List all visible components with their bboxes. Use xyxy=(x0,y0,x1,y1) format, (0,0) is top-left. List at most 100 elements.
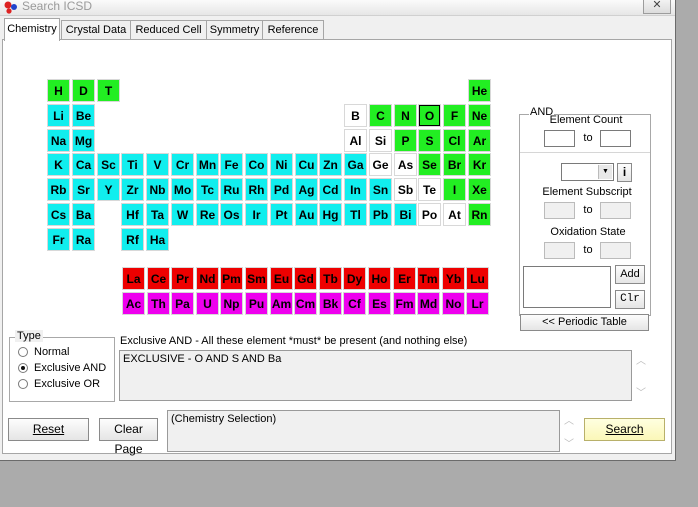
element-rn[interactable]: Rn xyxy=(468,203,491,226)
element-zn[interactable]: Zn xyxy=(319,153,342,176)
element-cd[interactable]: Cd xyxy=(319,178,342,201)
element-li[interactable]: Li xyxy=(47,104,70,127)
element-k[interactable]: K xyxy=(47,153,70,176)
element-co[interactable]: Co xyxy=(245,153,268,176)
periodic-table-button[interactable]: << Periodic Table xyxy=(520,314,649,331)
element-fm[interactable]: Fm xyxy=(393,292,416,315)
element-er[interactable]: Er xyxy=(393,267,416,290)
element-select[interactable]: ▼ xyxy=(561,163,614,181)
element-tb[interactable]: Tb xyxy=(319,267,342,290)
element-mn[interactable]: Mn xyxy=(196,153,219,176)
element-np[interactable]: Np xyxy=(220,292,243,315)
element-se[interactable]: Se xyxy=(418,153,441,176)
element-kr[interactable]: Kr xyxy=(468,153,491,176)
element-cu[interactable]: Cu xyxy=(295,153,318,176)
element-count-max-input[interactable] xyxy=(600,130,631,147)
element-f[interactable]: F xyxy=(443,104,466,127)
element-rh[interactable]: Rh xyxy=(245,178,268,201)
element-po[interactable]: Po xyxy=(418,203,441,226)
element-mo[interactable]: Mo xyxy=(171,178,194,201)
element-al[interactable]: Al xyxy=(344,129,367,152)
clr-button[interactable]: Clr xyxy=(615,290,645,309)
element-es[interactable]: Es xyxy=(368,292,391,315)
element-ga[interactable]: Ga xyxy=(344,153,367,176)
scroll-up-icon[interactable]: ︿ xyxy=(636,352,646,367)
element-ag[interactable]: Ag xyxy=(295,178,318,201)
element-rf[interactable]: Rf xyxy=(121,228,144,251)
clear-page-button[interactable]: Clear Page xyxy=(99,418,158,456)
element-sm[interactable]: Sm xyxy=(245,267,268,290)
element-pr[interactable]: Pr xyxy=(171,267,194,290)
subscript-max-input[interactable] xyxy=(600,202,631,219)
element-pu[interactable]: Pu xyxy=(245,292,268,315)
element-cf[interactable]: Cf xyxy=(343,292,366,315)
reset-button[interactable]: Reset xyxy=(8,418,89,441)
element-lr[interactable]: Lr xyxy=(466,292,489,315)
element-cm[interactable]: Cm xyxy=(294,292,317,315)
element-tl[interactable]: Tl xyxy=(344,203,367,226)
element-list-box[interactable] xyxy=(523,266,611,308)
element-ba[interactable]: Ba xyxy=(72,203,95,226)
tab-reduced-cell[interactable]: Reduced Cell xyxy=(130,20,207,39)
element-bk[interactable]: Bk xyxy=(319,292,342,315)
element-as[interactable]: As xyxy=(394,153,417,176)
element-fe[interactable]: Fe xyxy=(220,153,243,176)
element-hf[interactable]: Hf xyxy=(121,203,144,226)
element-count-min-input[interactable] xyxy=(544,130,575,147)
scroll-up-icon[interactable]: ︿ xyxy=(564,412,574,427)
element-nb[interactable]: Nb xyxy=(146,178,169,201)
tab-symmetry[interactable]: Symmetry xyxy=(206,20,263,39)
element-lu[interactable]: Lu xyxy=(466,267,489,290)
element-pd[interactable]: Pd xyxy=(270,178,293,201)
element-ce[interactable]: Ce xyxy=(147,267,170,290)
selection-textarea[interactable]: (Chemistry Selection) xyxy=(167,410,560,452)
radio-exclusive-and[interactable] xyxy=(18,363,28,373)
element-ho[interactable]: Ho xyxy=(368,267,391,290)
element-no[interactable]: No xyxy=(442,292,465,315)
element-sr[interactable]: Sr xyxy=(72,178,95,201)
element-i[interactable]: I xyxy=(443,178,466,201)
element-ru[interactable]: Ru xyxy=(220,178,243,201)
element-ac[interactable]: Ac xyxy=(122,292,145,315)
element-dy[interactable]: Dy xyxy=(343,267,366,290)
element-hg[interactable]: Hg xyxy=(319,203,342,226)
element-os[interactable]: Os xyxy=(220,203,243,226)
radio-exclusive-or[interactable] xyxy=(18,379,28,389)
element-d[interactable]: D xyxy=(72,79,95,102)
close-icon[interactable]: ✕ xyxy=(643,0,671,14)
element-tm[interactable]: Tm xyxy=(417,267,440,290)
element-w[interactable]: W xyxy=(171,203,194,226)
element-br[interactable]: Br xyxy=(443,153,466,176)
element-sc[interactable]: Sc xyxy=(97,153,120,176)
element-ni[interactable]: Ni xyxy=(270,153,293,176)
element-sn[interactable]: Sn xyxy=(369,178,392,201)
element-la[interactable]: La xyxy=(122,267,145,290)
element-ra[interactable]: Ra xyxy=(72,228,95,251)
element-ar[interactable]: Ar xyxy=(468,129,491,152)
element-b[interactable]: B xyxy=(344,104,367,127)
element-fr[interactable]: Fr xyxy=(47,228,70,251)
element-o[interactable]: O xyxy=(418,104,441,127)
element-nd[interactable]: Nd xyxy=(196,267,219,290)
scroll-down-icon[interactable]: ﹀ xyxy=(564,435,574,450)
element-be[interactable]: Be xyxy=(72,104,95,127)
element-ha[interactable]: Ha xyxy=(146,228,169,251)
element-eu[interactable]: Eu xyxy=(270,267,293,290)
element-rb[interactable]: Rb xyxy=(47,178,70,201)
element-cr[interactable]: Cr xyxy=(171,153,194,176)
radio-normal[interactable] xyxy=(18,347,28,357)
element-in[interactable]: In xyxy=(344,178,367,201)
element-na[interactable]: Na xyxy=(47,129,70,152)
oxidation-min-input[interactable] xyxy=(544,242,575,259)
element-ge[interactable]: Ge xyxy=(369,153,392,176)
element-y[interactable]: Y xyxy=(97,178,120,201)
element-s[interactable]: S xyxy=(418,129,441,152)
element-am[interactable]: Am xyxy=(270,292,293,315)
element-pa[interactable]: Pa xyxy=(171,292,194,315)
element-ca[interactable]: Ca xyxy=(72,153,95,176)
element-c[interactable]: C xyxy=(369,104,392,127)
element-ne[interactable]: Ne xyxy=(468,104,491,127)
element-pb[interactable]: Pb xyxy=(369,203,392,226)
element-cl[interactable]: Cl xyxy=(443,129,466,152)
element-ta[interactable]: Ta xyxy=(146,203,169,226)
